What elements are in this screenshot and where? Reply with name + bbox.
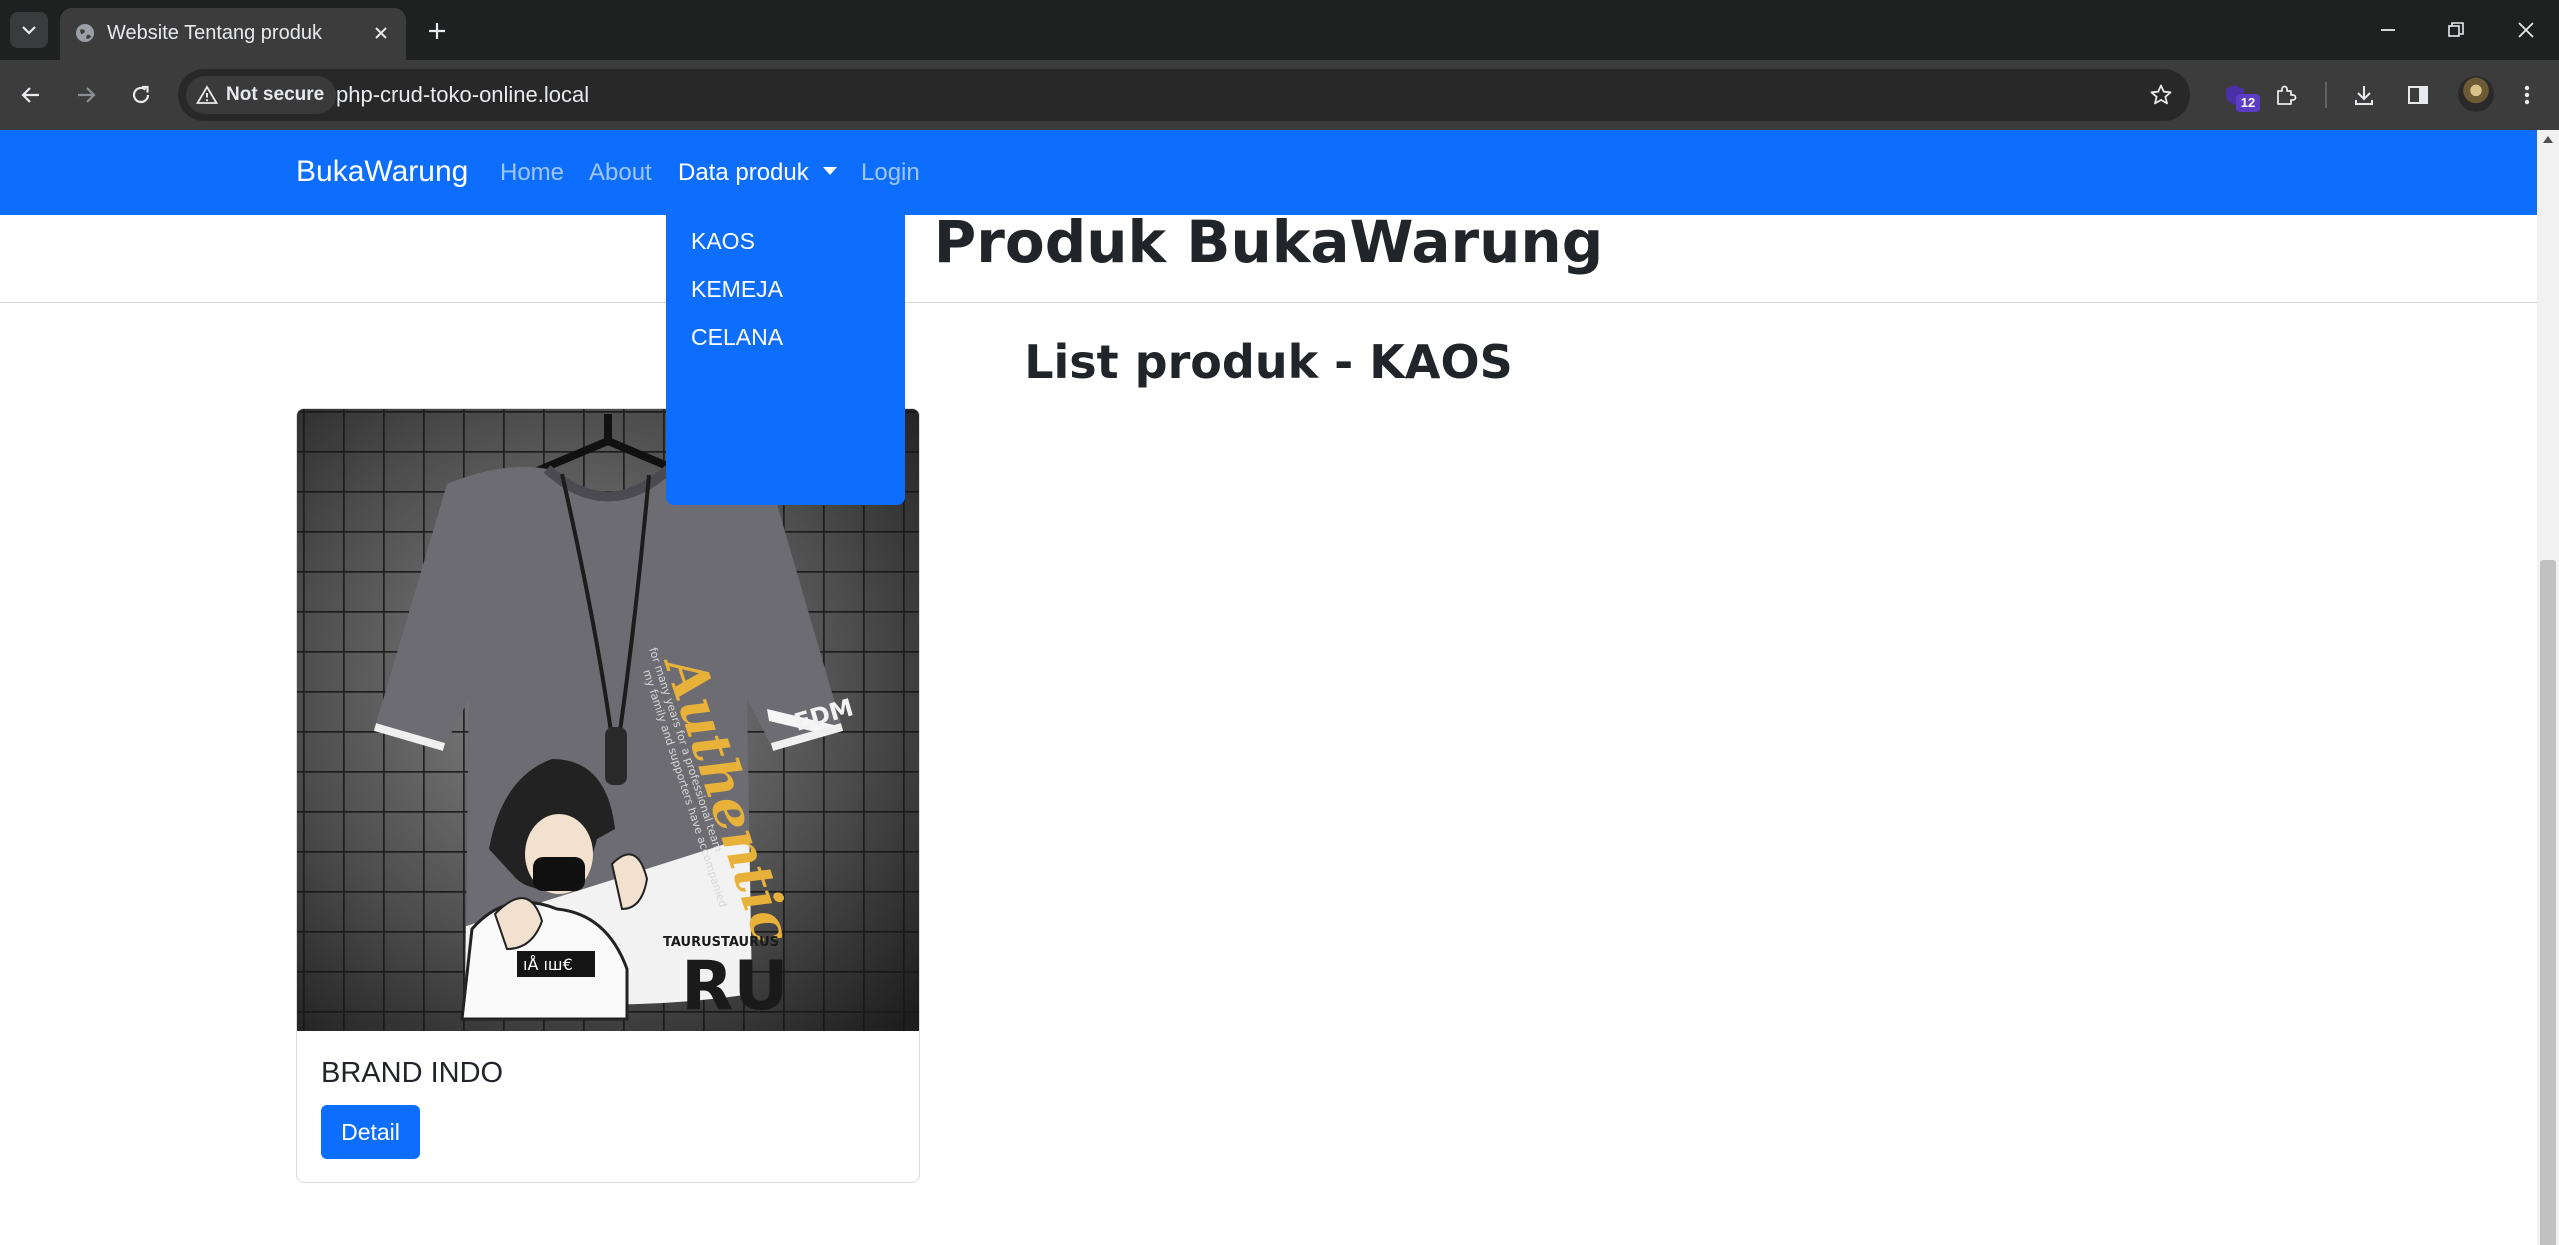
tab-search-button[interactable] [10,12,48,48]
navbar-brand[interactable]: BukaWarung [296,155,468,189]
caret-down-icon [822,166,837,175]
section-title: List produk - KAOS [1024,335,1513,389]
nav-link-login[interactable]: Login [861,159,920,187]
side-panel-button[interactable] [2397,74,2439,116]
site-info-chip[interactable]: Not secure [186,76,337,114]
nav-link-about[interactable]: About [589,159,652,187]
star-icon [2150,84,2172,105]
close-icon [2518,22,2534,38]
minimize-button[interactable] [2358,8,2418,52]
dropdown-item-celana[interactable]: CELANA [691,324,783,351]
dropdown-item-kaos[interactable]: KAOS [691,228,755,255]
tab-title: Website Tentang produk [107,22,322,44]
plus-icon [429,23,445,39]
extension-badge: 12 [2236,94,2260,112]
profile-avatar[interactable] [2458,76,2494,112]
browser-menu-button[interactable] [2506,74,2548,116]
download-icon [2355,86,2373,105]
scroll-thumb[interactable] [2540,560,2556,1245]
restore-button[interactable] [2426,8,2486,52]
data-produk-dropdown-menu: KAOS KEMEJA CELANA [666,207,905,505]
restore-icon [2448,22,2464,37]
nav-dropdown-label: Data produk [678,159,809,186]
logo-text: RU [681,947,789,1026]
close-icon [375,27,387,39]
dropdown-item-kemeja[interactable]: KEMEJA [691,276,783,303]
page-viewport: BukaWarung Home About Data produk Login … [0,130,2559,1245]
reload-button[interactable] [120,74,162,116]
side-panel-icon [2408,86,2428,104]
forward-icon [78,87,96,103]
tab-close-button[interactable] [368,20,394,46]
globe-icon [76,24,94,42]
scroll-up-icon[interactable] [2543,136,2553,143]
extension-button[interactable]: 12 [2214,74,2260,116]
downloads-button[interactable] [2343,74,2385,116]
page-title: Produk BukaWarung [933,208,1604,276]
extensions-button[interactable] [2265,74,2307,116]
new-tab-button[interactable] [420,14,454,48]
browser-toolbar: Not secure php-crud-toko-online.local 12 [0,60,2559,130]
product-card: ıÅ ıш€ Authentic for many years for a pr… [296,408,920,1183]
toolbar-separator [2325,82,2327,108]
extensions-icon [2277,85,2297,105]
product-name: BRAND INDO [321,1057,504,1089]
not-secure-label: Not secure [226,84,325,105]
minimize-icon [2381,29,2395,31]
browser-tab-active[interactable]: Website Tentang produk [60,8,406,60]
page-scrollbar[interactable] [2537,130,2559,1245]
nav-dropdown-data-produk[interactable]: Data produk [678,159,837,187]
svg-text:ıÅ ıш€: ıÅ ıш€ [523,955,573,974]
back-button[interactable] [10,74,52,116]
url-text[interactable]: php-crud-toko-online.local [336,82,589,108]
browser-tab-strip: Website Tentang produk [0,0,2559,60]
warning-icon [196,85,218,104]
address-bar[interactable]: Not secure php-crud-toko-online.local [178,69,2190,121]
nav-link-home[interactable]: Home [500,159,564,187]
tab-search-icon [22,26,36,35]
brand-print-text: TAURUSTAURUS [663,935,779,950]
detail-button[interactable]: Detail [321,1105,420,1159]
back-icon [21,87,39,103]
menu-icon [2524,85,2530,105]
forward-button[interactable] [65,74,107,116]
bookmark-button[interactable] [2144,78,2178,112]
close-window-button[interactable] [2496,8,2556,52]
navbar: BukaWarung Home About Data produk Login [0,130,2537,215]
reload-icon [132,85,150,104]
